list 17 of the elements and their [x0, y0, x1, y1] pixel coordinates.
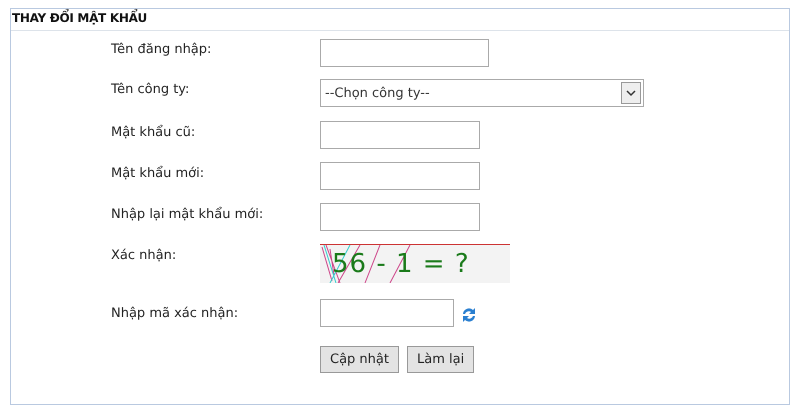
captcha-field[interactable]	[320, 299, 454, 327]
field-label: Nhập lại mật khẩu mới:	[111, 206, 264, 224]
username-field[interactable]	[320, 39, 489, 67]
field-label: Mật khẩu mới:	[111, 164, 206, 183]
reset-button[interactable]: Làm lại	[406, 346, 474, 373]
field-label: Mật khẩu cũ:	[111, 124, 196, 142]
caret-icon	[621, 82, 641, 104]
field-label: Tên công ty:	[111, 81, 190, 99]
field-label: Xác nhận:	[111, 247, 178, 265]
password-field[interactable]	[320, 162, 480, 190]
panel-title: THAY ĐỔI MẬT KHẨU	[11, 9, 789, 31]
password-field[interactable]	[320, 203, 480, 231]
field-label: Nhập mã xác nhận:	[111, 305, 240, 323]
password-field[interactable]	[320, 121, 480, 149]
company-select[interactable]: --Chọn công ty--	[320, 79, 644, 107]
update-button[interactable]: Cập nhật	[320, 346, 399, 373]
field-label: Tên đăng nhập:	[111, 41, 212, 59]
